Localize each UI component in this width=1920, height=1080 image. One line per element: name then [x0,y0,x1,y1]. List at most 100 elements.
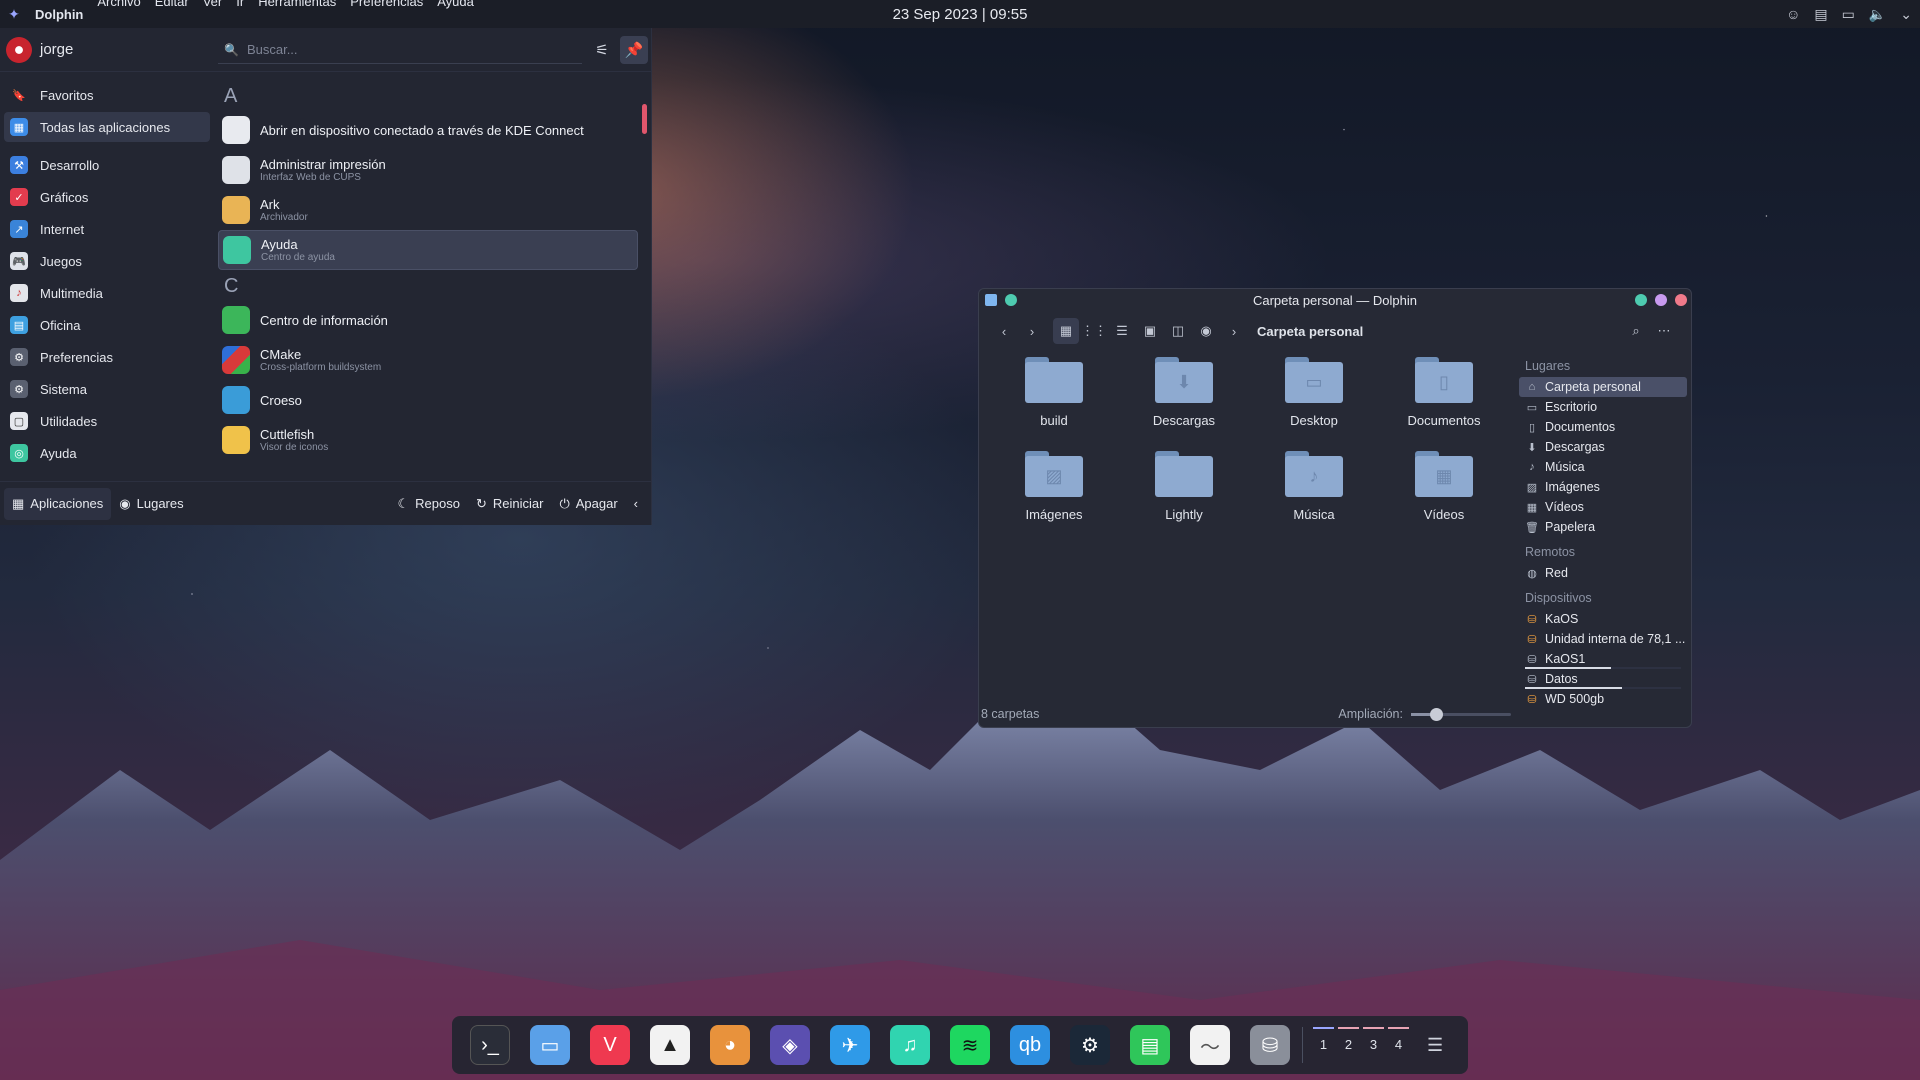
zoom-slider[interactable] [1411,707,1511,721]
pin-window-button[interactable] [1005,294,1017,306]
breadcrumb[interactable]: Carpeta personal [1257,324,1363,339]
place-music[interactable]: ♪ Música [1519,457,1687,477]
user-tray-icon[interactable]: ☺ [1786,6,1800,22]
steam-icon[interactable]: ⚙ [1070,1025,1110,1065]
more-options-button[interactable]: ‹ [626,488,646,520]
avatar[interactable] [6,36,32,63]
search-icon[interactable]: ⌕ [1623,318,1649,344]
category-utilidades[interactable]: ▢ Utilidades [4,406,210,436]
place-videos[interactable]: ▦ Vídeos [1519,497,1687,517]
folder-item[interactable]: ▭ Desktop [1259,357,1369,428]
minimize-button[interactable] [1635,294,1647,306]
vivaldi-icon[interactable]: V [590,1025,630,1065]
shutdown-button[interactable]: ⏻ Apagar [551,488,625,520]
app-item-cups[interactable]: Administrar impresión Interfaz Web de CUP… [218,150,638,190]
place-pictures[interactable]: ▨ Imágenes [1519,477,1687,497]
place-downloads[interactable]: ⬇ Descargas [1519,437,1687,457]
details-view-icon[interactable]: ☰ [1109,318,1135,344]
app-item-cmake[interactable]: CMake Cross-platform buildsystem [218,340,638,380]
forward-icon[interactable]: › [1019,318,1045,344]
folder-item[interactable]: build [999,357,1109,428]
file-manager-icon[interactable]: ▭ [525,1016,575,1074]
app-item-infocenter[interactable]: Centro de información [218,300,638,340]
kaos-logo-icon[interactable]: ✦ [0,6,28,23]
close-button[interactable] [1675,294,1687,306]
volume-icon[interactable]: 🔈 [1869,6,1886,23]
folder-item[interactable]: ▦ Vídeos [1389,451,1499,522]
spotify-icon[interactable]: ≋ [950,1025,990,1065]
activity-monitor-icon[interactable]: 〜 [1190,1025,1230,1065]
desktop-2[interactable]: 2 [1336,1025,1361,1065]
display-icon[interactable]: ▭ [1842,6,1855,23]
configure-icon[interactable]: ⚟ [588,36,616,64]
cuttlefish-icon [222,426,250,454]
compact-view-icon[interactable]: ⋮⋮ [1081,318,1107,344]
sleep-button[interactable]: ☾ Reposo [389,488,467,520]
kdeconnect-dock-icon[interactable]: ✈ [830,1025,870,1065]
back-icon[interactable]: ‹ [991,318,1017,344]
device-item[interactable]: ⛁ WD 500gb [1519,689,1687,709]
desktop-4[interactable]: 4 [1386,1025,1411,1065]
category-preferencias[interactable]: ⚙ Preferencias [4,342,210,372]
search-input[interactable] [246,42,567,57]
scrollbar[interactable] [642,104,647,134]
folder-item[interactable]: ▨ Imágenes [999,451,1109,522]
pin-icon[interactable]: 📌 [620,36,648,64]
device-item[interactable]: ⛁ KaOS [1519,609,1687,629]
category-graficos[interactable]: ✓ Gráficos [4,182,210,212]
app-item-croeso[interactable]: Croeso [218,380,638,420]
eye-icon[interactable]: ◉ [1193,318,1219,344]
qbittorrent-icon[interactable]: qb [1010,1025,1050,1065]
category-desarrollo[interactable]: ⚒ Desarrollo [4,150,210,180]
folder-item[interactable]: ⬇ Descargas [1129,357,1239,428]
category-oficina[interactable]: ▤ Oficina [4,310,210,340]
hamburger-menu-icon[interactable]: ☰ [1427,1035,1443,1056]
app-item-cuttlefish[interactable]: Cuttlefish Visor de iconos [218,420,638,460]
restart-button[interactable]: ↻ Reiniciar [468,488,551,520]
folder-item[interactable]: ▯ Documentos [1389,357,1499,428]
clock[interactable]: 23 Sep 2023 | 09:55 [893,6,1028,23]
menu-icon[interactable]: ⋯ [1651,318,1677,344]
system-monitor-icon[interactable]: ▤ [1130,1025,1170,1065]
app-item-ark[interactable]: Ark Archivador [218,190,638,230]
desktop-3[interactable]: 3 [1361,1025,1386,1065]
desktop-1[interactable]: 1 [1311,1025,1336,1065]
gimp-icon[interactable]: ◕ [710,1025,750,1065]
category-ayuda[interactable]: ◎ Ayuda [4,438,210,468]
place-documents[interactable]: ▯ Documentos [1519,417,1687,437]
device-item[interactable]: ⛁ KaOS1 [1519,649,1687,669]
category-sistema[interactable]: ⚙ Sistema [4,374,210,404]
category-multimedia[interactable]: ♪ Multimedia [4,278,210,308]
keepass-icon[interactable]: ◈ [770,1025,810,1065]
app-item-ayuda[interactable]: Ayuda Centro de ayuda [218,230,638,270]
music-player-icon[interactable]: ♫ [890,1025,930,1065]
split-view-icon[interactable]: ◫ [1165,318,1191,344]
drive-icon: ⛁ [1527,673,1537,686]
inkscape-icon[interactable]: ▲ [650,1025,690,1065]
terminal-icon[interactable]: ›_ [470,1025,510,1065]
place-home[interactable]: ⌂ Carpeta personal [1519,377,1687,397]
app-item-kdeconnect[interactable]: Abrir en dispositivo conectado a través … [218,110,638,150]
category-favoritos[interactable]: 🔖 Favoritos [4,80,210,110]
place-desktop[interactable]: ▭ Escritorio [1519,397,1687,417]
tab-places[interactable]: ◉ Lugares [111,488,191,520]
category-juegos[interactable]: 🎮 Juegos [4,246,210,276]
app-menu-icon[interactable] [985,294,997,306]
launcher-search[interactable]: 🔍 [218,36,582,64]
place-trash[interactable]: 🗑 Papelera [1519,517,1687,537]
drive-dock-icon[interactable]: ⛁ [1250,1025,1290,1065]
titlebar[interactable]: Carpeta personal — Dolphin [979,289,1691,311]
category-internet[interactable]: ↗ Internet [4,214,210,244]
tab-applications[interactable]: ▦ Aplicaciones [4,487,112,520]
preview-icon[interactable]: ▣ [1137,318,1163,344]
device-item[interactable]: ⛁ Unidad interna de 78,1 ... [1519,629,1687,649]
folder-item[interactable]: ♪ Música [1259,451,1369,522]
chevron-down-icon[interactable]: ⌄ [1900,6,1912,23]
clipboard-icon[interactable]: ▤ [1814,6,1827,23]
place-network[interactable]: ◍ Red [1519,563,1687,583]
category-todas[interactable]: ▦ Todas las aplicaciones [4,112,210,142]
device-item[interactable]: ⛁ Datos [1519,669,1687,689]
maximize-button[interactable] [1655,294,1667,306]
icons-view-icon[interactable]: ▦ [1053,318,1079,344]
folder-item[interactable]: Lightly [1129,451,1239,522]
